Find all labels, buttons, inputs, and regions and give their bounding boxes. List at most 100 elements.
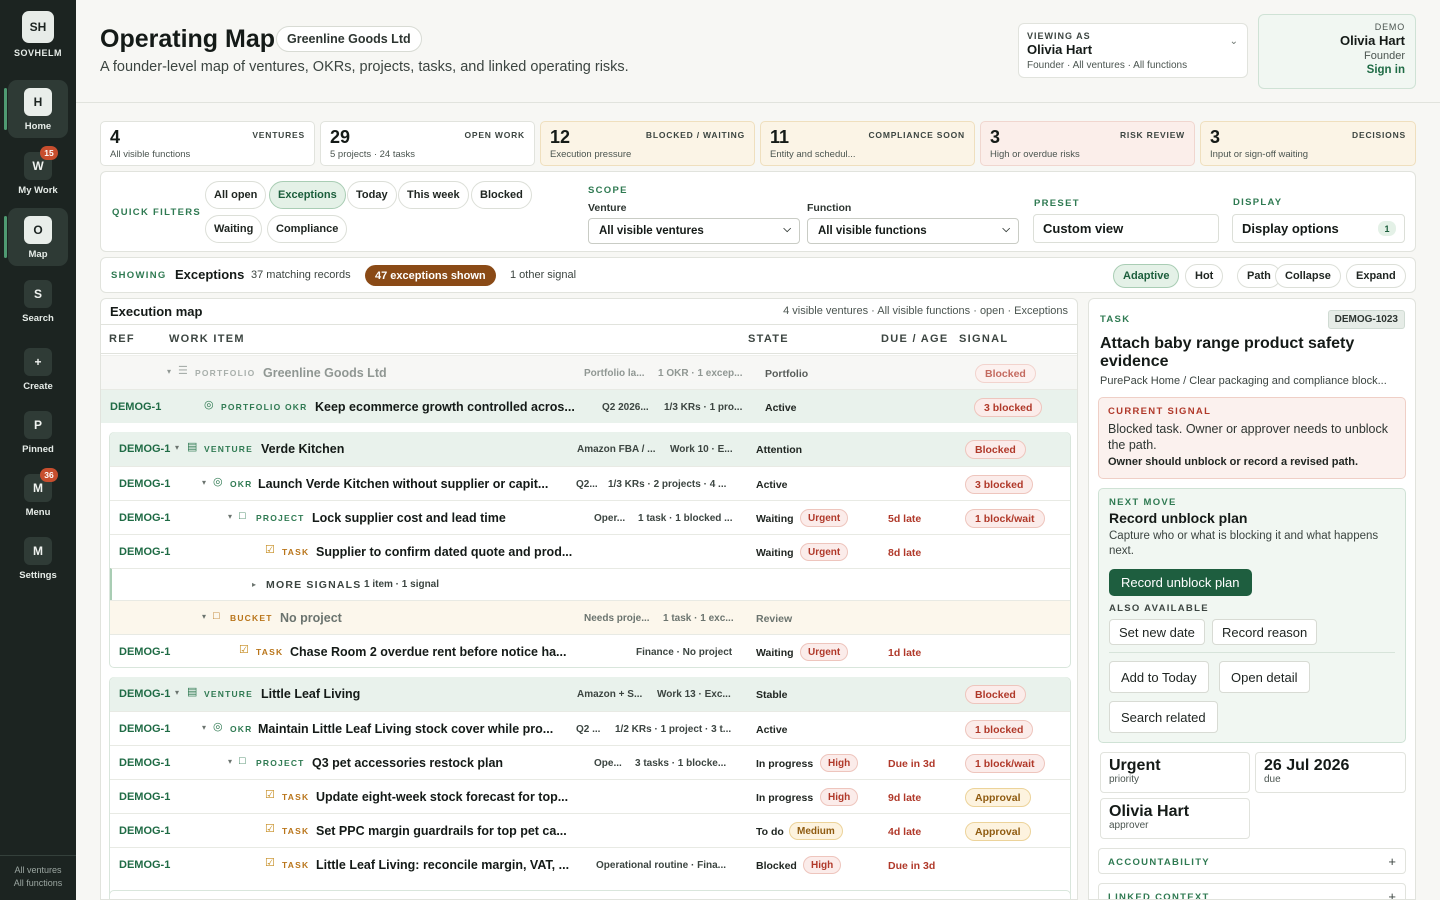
current-signal-action: Owner should unblock or record a revised… (1108, 456, 1358, 468)
table-row[interactable]: DEMOG-1 ▾ ▤ VENTURE Verde Kitchen Amazon… (110, 432, 1070, 466)
table-row[interactable]: DEMOG-1 ▾ □ PROJECT Lock supplier cost a… (110, 500, 1070, 534)
expand-button[interactable]: Expand (1346, 264, 1406, 288)
row-ref: DEMOG-1 (119, 825, 171, 837)
metric-label: COMPLIANCE SOON (868, 130, 965, 140)
table-row[interactable]: DEMOG-1 ▾ ◎ OKR Launch Verde Kitchen wit… (110, 466, 1070, 500)
row-ref: DEMOG-1 (119, 478, 171, 490)
venture-select[interactable]: All visible ventures ⌵ (588, 218, 800, 244)
sidebar-item-search[interactable]: S Search (8, 272, 68, 330)
current-signal-card: CURRENT SIGNAL Blocked task. Owner or ap… (1098, 397, 1406, 479)
metric-card-open-work[interactable]: 29 OPEN WORK 5 projects · 24 tasks (320, 121, 535, 166)
detail-breadcrumb[interactable]: PurePack Home / Clear packaging and comp… (1100, 375, 1405, 387)
open-detail-button[interactable]: Open detail (1219, 661, 1310, 693)
viewing-as-selector[interactable]: VIEWING AS Olivia Hart Founder · All ven… (1018, 23, 1248, 78)
row-state: Waiting (756, 513, 794, 525)
set-new-date-button[interactable]: Set new date (1109, 619, 1205, 645)
row-context: Finance · No project (636, 647, 733, 658)
sidebar: SH SOVHELM H Home W 15 My Work O Map S S… (0, 0, 76, 900)
display-options-button[interactable]: Display options 1 (1232, 214, 1405, 243)
folder-icon: □ (213, 610, 220, 622)
fact-value: Olivia Hart (1109, 803, 1190, 820)
linked-context-section[interactable]: LINKED CONTEXT + (1098, 883, 1406, 899)
app-logo[interactable]: SH (22, 11, 54, 43)
table-row[interactable]: ▾ ☰ PORTFOLIO Greenline Goods Ltd Portfo… (101, 355, 1077, 389)
venture-select-value: All visible ventures (599, 225, 704, 237)
table-row[interactable]: DEMOG-1 ☑ TASK Set PPC margin guardrails… (110, 813, 1070, 847)
metric-card-ventures[interactable]: 4 VENTURES All visible functions (100, 121, 315, 166)
sidebar-item-pinned[interactable]: P Pinned (8, 403, 68, 461)
expand-icon: + (1388, 854, 1396, 869)
table-row[interactable]: DEMOG-1 ▾ ◎ OKR Maintain Little Leaf Liv… (110, 711, 1070, 745)
sidebar-item-create[interactable]: + Create (8, 340, 68, 398)
quick-filter-today[interactable]: Today (347, 181, 397, 209)
metric-subtext: Input or sign-off waiting (1210, 149, 1309, 160)
sidebar-item-menu[interactable]: M 36 Menu (8, 466, 68, 524)
checkbox-icon: ☑ (265, 544, 275, 556)
row-state: Active (765, 402, 797, 414)
table-row[interactable]: ▾ □ BUCKET No project Needs proje... 1 t… (110, 600, 1070, 634)
row-type: BUCKET (230, 613, 273, 623)
metric-label: DECISIONS (1352, 130, 1406, 140)
current-signal-label: CURRENT SIGNAL (1108, 406, 1212, 417)
table-row[interactable]: DEMOG-1 ☑ TASK Update eight-week stock f… (110, 779, 1070, 813)
table-row[interactable]: DEMOG-1 ☑ TASK Supplier to confirm dated… (110, 534, 1070, 568)
view-mode-adaptive[interactable]: Adaptive (1113, 264, 1180, 288)
accountability-section[interactable]: ACCOUNTABILITY + (1098, 848, 1406, 874)
sidebar-item-home[interactable]: H Home (4, 80, 68, 138)
function-select[interactable]: All visible functions ⌵ (807, 218, 1019, 244)
priority-badge: Urgent (800, 543, 849, 561)
metric-card-compliance-soon[interactable]: 11 COMPLIANCE SOON Entity and schedul... (760, 121, 975, 166)
quick-filter-compliance[interactable]: Compliance (267, 215, 348, 243)
add-to-today-button[interactable]: Add to Today (1109, 661, 1209, 693)
metric-subtext: High or overdue risks (990, 149, 1080, 160)
sidebar-item-map[interactable]: O Map (4, 208, 68, 266)
metric-card-decisions[interactable]: 3 DECISIONS Input or sign-off waiting (1200, 121, 1416, 166)
record-unblock-plan-button[interactable]: Record unblock plan (1109, 569, 1252, 596)
quick-filter-exceptions[interactable]: Exceptions (269, 181, 346, 209)
row-type: PROJECT (256, 758, 305, 768)
row-counts: 1 OKR · 1 excep... (658, 368, 743, 379)
table-row[interactable]: DEMOG-1 ☑ TASK Chase Room 2 overdue rent… (110, 634, 1070, 668)
row-context: Needs proje... (584, 613, 650, 624)
table-row[interactable]: DEMOG-1 ☑ TASK Little Leaf Living: recon… (110, 847, 1070, 881)
row-context: Ope... (594, 758, 622, 769)
detail-panel: TASK DEMOG-1023 Attach baby range produc… (1088, 298, 1416, 900)
quick-filter-blocked[interactable]: Blocked (471, 181, 532, 209)
column-ref: REF (109, 333, 135, 345)
table-row[interactable]: DEMOG-1 ▾ □ PROJECT Q3 pet accessories r… (110, 745, 1070, 779)
sidebar-item-settings[interactable]: M Settings (8, 529, 68, 587)
row-context: Operational routine · Fina... (596, 860, 727, 871)
showing-value: Exceptions (175, 267, 245, 282)
metric-card-blocked-waiting[interactable]: 12 BLOCKED / WAITING Execution pressure (540, 121, 755, 166)
more-signals-row[interactable]: ▸ MORE SIGNALS 1 item · 1 signal (110, 568, 1070, 600)
sidebar-item-my-work[interactable]: W 15 My Work (8, 144, 68, 202)
row-due: 5d late (888, 513, 922, 525)
row-context: Amazon FBA / ... (577, 444, 656, 455)
row-ref: DEMOG-1 (119, 723, 171, 735)
row-title: Maintain Little Leaf Living stock cover … (258, 722, 554, 736)
quick-filter-all-open[interactable]: All open (205, 181, 267, 209)
search-related-button[interactable]: Search related (1109, 701, 1218, 733)
collapse-button[interactable]: Collapse (1275, 264, 1341, 288)
row-type: TASK (282, 547, 310, 557)
column-state: STATE (748, 333, 789, 345)
quick-filter-waiting[interactable]: Waiting (205, 215, 263, 243)
record-reason-button[interactable]: Record reason (1212, 619, 1318, 645)
row-ref: DEMOG-1 (119, 859, 171, 871)
fact-label: approver (1109, 820, 1149, 831)
organization-chip[interactable]: Greenline Goods Ltd (276, 26, 422, 52)
view-mode-hot[interactable]: Hot (1185, 264, 1224, 288)
preset-select[interactable]: Custom view (1033, 214, 1219, 243)
metric-card-risk-review[interactable]: 3 RISK REVIEW High or overdue risks (980, 121, 1195, 166)
row-ref: DEMOG-1 (119, 443, 171, 455)
metric-subtext: 5 projects · 24 tasks (330, 149, 416, 160)
detail-ref-badge[interactable]: DEMOG-1023 (1327, 310, 1405, 329)
quick-filter-this-week[interactable]: This week (398, 181, 469, 209)
table-row[interactable]: DEMOG-1 ▾ ▤ VENTURE Little Leaf Living A… (110, 677, 1070, 711)
page-header: Operating Map Greenline Goods Ltd A foun… (76, 0, 1440, 103)
row-due: Due in 3d (888, 860, 936, 872)
sign-in-link[interactable]: Sign in (1269, 64, 1405, 76)
priority-badge: Urgent (800, 509, 849, 527)
table-row[interactable]: DEMOG-1 ◎ PORTFOLIO OKR Keep ecommerce g… (101, 389, 1077, 423)
row-state: To do (756, 826, 784, 838)
